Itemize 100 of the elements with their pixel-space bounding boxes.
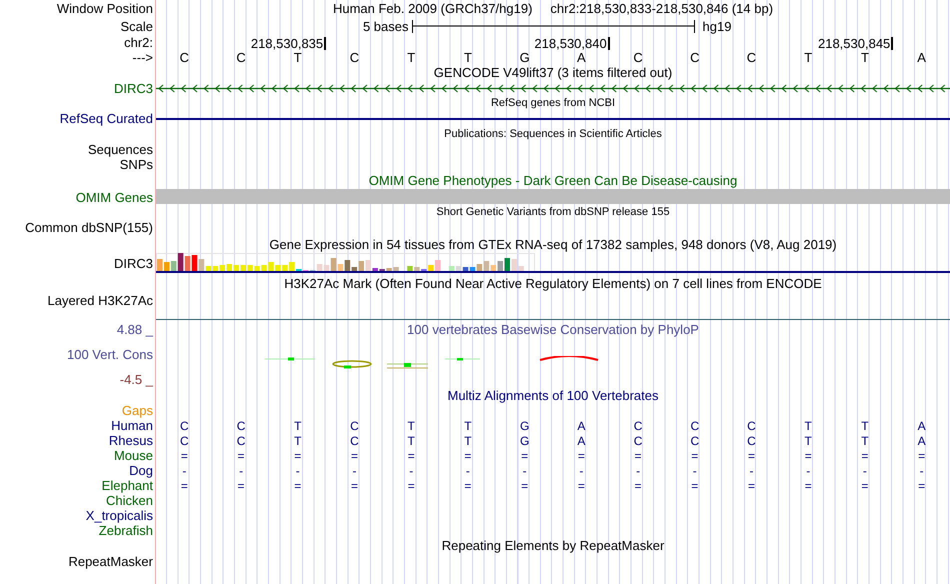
species-label[interactable]: Chicken <box>106 494 153 507</box>
alignment-base: C <box>349 420 360 432</box>
track-title: RefSeq genes from NCBI <box>490 98 616 109</box>
track-label[interactable]: DIRC3 <box>114 257 153 270</box>
alignment-base: C <box>689 434 700 446</box>
alignment-base: C <box>179 434 190 446</box>
track-title: 100 vertebrates Basewise Conservation by PhyloP <box>407 322 699 336</box>
alignment-base: = <box>634 450 643 462</box>
track-label[interactable]: OMIM Genes <box>76 190 153 204</box>
alignment-base: = <box>576 480 586 492</box>
strand-toggle[interactable]: ---> <box>132 51 153 64</box>
track-label[interactable]: Layered H3K27Ac <box>47 294 153 307</box>
species-label[interactable]: Dog <box>129 464 153 477</box>
alignment-base: = <box>860 480 870 492</box>
alignment-base: C <box>179 420 190 432</box>
assembly-title: Human Feb. 2009 (GRCh37/hg19) <box>332 2 532 15</box>
base-letter: C <box>178 51 190 64</box>
base-letter: A <box>916 51 927 64</box>
alignment-base: C <box>236 434 246 446</box>
track-title: Gene Expression in 54 tissues from GTEx RNA-seq of 17382 samples, 948 donors (V8, Aug 2019) <box>269 238 837 250</box>
alignment-base: - <box>522 464 528 476</box>
track-title: H3K27Ac Mark (Often Found Near Active Regulatory Elements) on 7 cell lines from ENCODE <box>284 277 822 290</box>
alignment-base: G <box>518 420 530 432</box>
alignment-base: = <box>180 450 189 462</box>
alignment-base: T <box>804 420 813 432</box>
alignment-base: - <box>351 464 358 476</box>
track-label[interactable]: Sequences <box>88 143 153 156</box>
alignment-base: - <box>692 464 698 476</box>
alignment-base: - <box>238 464 244 476</box>
alignment-base: - <box>294 464 301 476</box>
alignment-base: = <box>746 450 756 462</box>
alignment-base: T <box>463 434 473 446</box>
track-label[interactable]: RefSeq Curated <box>60 112 153 125</box>
alignment-base: = <box>576 450 586 462</box>
alignment-base: = <box>406 450 416 462</box>
alignment-base: T <box>804 434 813 446</box>
alignment-base: - <box>862 464 868 476</box>
base-letter: T <box>406 51 416 64</box>
alignment-base: T <box>406 420 416 432</box>
species-label[interactable]: X_tropicalis <box>86 509 153 522</box>
alignment-base: A <box>916 420 927 432</box>
track-title: Short Genetic Variants from dbSNP release 155 <box>436 207 670 218</box>
track-title: Multiz Alignments of 100 Vertebrates <box>447 389 658 402</box>
species-label[interactable]: Mouse <box>114 449 153 462</box>
alignment-base: = <box>350 480 359 492</box>
track-title: Repeating Elements by RepeatMasker <box>442 538 664 552</box>
ruler-tick: 218,530,840 <box>534 37 610 50</box>
gene-bar[interactable] <box>156 189 950 204</box>
alignment-base: C <box>689 420 700 432</box>
alignment-base: T <box>463 420 473 432</box>
alignment-base: G <box>518 434 530 446</box>
alignment-base: = <box>236 480 246 492</box>
axis-min-label[interactable]: -4.5 _ <box>120 372 153 386</box>
alignment-base: = <box>406 480 416 492</box>
track-title: OMIM Gene Phenotypes - Dark Green Can Be Disease-causing <box>368 174 738 187</box>
track-label[interactable]: DIRC3 <box>114 82 153 95</box>
alignment-base: T <box>293 420 302 432</box>
base-letter: A <box>576 51 587 64</box>
species-label[interactable]: Human <box>111 419 153 432</box>
ruler-tick: 218,530,835 <box>250 37 326 50</box>
alignment-base: - <box>578 464 584 476</box>
alignment-base: - <box>918 464 925 476</box>
gene-line[interactable] <box>156 271 950 273</box>
alignment-base: - <box>464 464 471 476</box>
alignment-base: C <box>236 420 246 432</box>
alignment-base: = <box>690 450 700 462</box>
species-label[interactable]: Zebrafish <box>98 524 153 537</box>
alignment-base: = <box>804 450 813 462</box>
species-label[interactable]: Rhesus <box>108 434 153 447</box>
species-label[interactable]: Elephant <box>102 479 153 492</box>
base-letter: T <box>860 51 870 64</box>
alignment-base: C <box>632 420 644 432</box>
row-label[interactable]: Scale <box>120 20 153 32</box>
alignment-base: = <box>293 450 302 462</box>
gene-line[interactable] <box>156 118 950 120</box>
alignment-base: A <box>576 420 586 432</box>
base-letter: C <box>689 51 700 64</box>
track-label[interactable]: Common dbSNP(155) <box>25 221 153 234</box>
alignment-base: = <box>293 480 302 492</box>
alignment-base: C <box>746 434 757 446</box>
base-letter: C <box>746 51 758 64</box>
row-label[interactable]: Window Position <box>56 2 153 15</box>
alignment-base: T <box>406 434 416 446</box>
alignment-base: C <box>746 420 757 432</box>
track-title: Publications: Sequences in Scientific Articles <box>444 129 662 140</box>
track-label[interactable]: SNPs <box>120 158 153 171</box>
alignment-base: = <box>917 480 926 492</box>
scale-text: 5 bases <box>362 20 410 32</box>
row-label[interactable]: chr2: <box>124 36 153 49</box>
alignment-base: = <box>180 480 189 492</box>
alignment-base: = <box>520 450 530 462</box>
alignment-base: = <box>350 450 359 462</box>
track-label[interactable]: RepeatMasker <box>68 555 153 568</box>
axis-max-label[interactable]: 4.88 _ <box>116 322 153 336</box>
track-label[interactable]: 100 Vert. Cons <box>67 348 153 360</box>
base-letter: C <box>632 51 644 64</box>
base-letter: C <box>235 51 247 64</box>
base-letter: G <box>518 51 531 64</box>
alignment-base: - <box>181 464 188 476</box>
base-letter: T <box>803 51 814 64</box>
